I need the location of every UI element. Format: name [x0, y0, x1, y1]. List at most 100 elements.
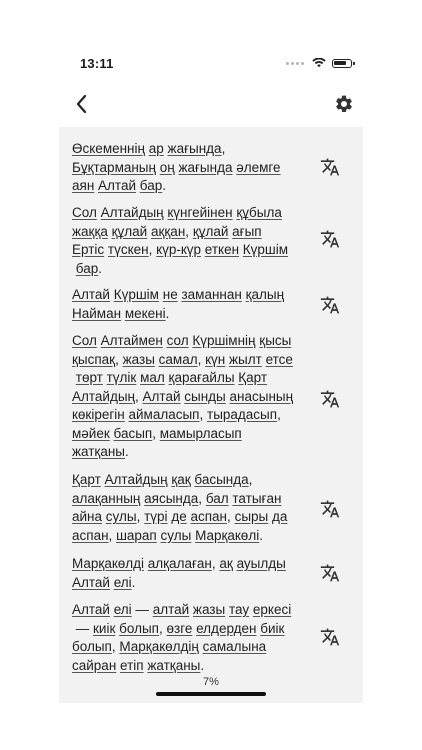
word[interactable]: Қарт — [72, 472, 101, 487]
word[interactable]: ауылды — [237, 556, 286, 571]
word[interactable]: сулы — [161, 528, 192, 543]
word[interactable]: жазы — [193, 602, 225, 617]
word[interactable]: Сол — [72, 333, 97, 348]
word[interactable]: жылт — [229, 352, 262, 367]
word[interactable]: татыған — [232, 491, 281, 506]
word[interactable]: құлай — [112, 224, 148, 239]
word[interactable]: өзге — [167, 621, 193, 636]
translate-button[interactable] — [320, 389, 340, 409]
word[interactable]: Алтай — [72, 575, 110, 590]
word[interactable]: күнгейінен — [167, 205, 232, 220]
word[interactable]: Күршім — [243, 242, 288, 257]
translate-button[interactable] — [320, 295, 340, 315]
word[interactable]: болып — [119, 621, 159, 636]
word[interactable]: Алтайдың — [105, 472, 168, 487]
word[interactable]: сулы — [106, 509, 137, 524]
word[interactable]: Бұқтарманың — [72, 160, 156, 175]
word[interactable]: етіп — [120, 658, 144, 673]
word[interactable]: аян — [72, 178, 94, 193]
word[interactable]: да — [272, 509, 287, 524]
word[interactable]: көкірегін — [72, 407, 125, 422]
word[interactable]: Алтайдың — [72, 389, 135, 404]
word[interactable]: тау — [229, 602, 249, 617]
word[interactable]: басында — [194, 472, 248, 487]
word[interactable]: мал — [140, 370, 165, 385]
word[interactable]: оң — [160, 160, 175, 175]
word[interactable]: басып — [114, 426, 153, 441]
translate-button[interactable] — [320, 229, 340, 249]
translate-button[interactable] — [320, 499, 340, 519]
word[interactable]: Алтай — [72, 287, 110, 302]
word[interactable]: анасының — [230, 389, 294, 404]
word[interactable]: бар — [76, 261, 98, 276]
word[interactable]: де — [171, 509, 186, 524]
translate-button[interactable] — [320, 627, 340, 647]
word[interactable]: қақ — [171, 472, 190, 487]
word[interactable]: елі — [114, 602, 132, 617]
word[interactable]: не — [163, 287, 178, 302]
word[interactable]: еткен — [205, 242, 239, 257]
word[interactable]: сынды — [184, 389, 226, 404]
word[interactable]: қалың — [246, 287, 284, 302]
word[interactable]: қыспақ — [72, 352, 115, 367]
word[interactable]: биік — [260, 621, 284, 636]
word[interactable]: Найман — [72, 306, 121, 321]
word[interactable]: Күршім — [114, 287, 159, 302]
word[interactable]: жағында — [168, 141, 222, 156]
word[interactable]: Алтай — [72, 602, 110, 617]
word[interactable]: Алтай — [98, 178, 136, 193]
word[interactable]: Сол — [72, 205, 97, 220]
word[interactable]: Ертіс — [72, 242, 104, 257]
word[interactable]: аққан — [151, 224, 185, 239]
word[interactable]: қарағайлы — [169, 370, 235, 385]
word[interactable]: тырадасып — [207, 407, 277, 422]
word[interactable]: Алтаймен — [101, 333, 163, 348]
word[interactable]: құлай — [193, 224, 229, 239]
word[interactable]: құбыла — [236, 205, 281, 220]
word[interactable]: аспан — [72, 528, 109, 543]
word[interactable]: ар — [149, 141, 164, 156]
word[interactable]: еркесі — [253, 602, 291, 617]
home-indicator[interactable] — [156, 692, 266, 696]
word[interactable]: сайран — [72, 658, 116, 673]
word[interactable]: ақ — [219, 556, 232, 571]
word[interactable]: бал — [206, 491, 229, 506]
word[interactable]: самал — [159, 352, 198, 367]
word[interactable]: заманнан — [181, 287, 241, 302]
word[interactable]: Күршімнің — [192, 333, 255, 348]
word[interactable]: аспан — [190, 509, 227, 524]
word[interactable]: етсе — [266, 352, 293, 367]
settings-button[interactable] — [334, 94, 354, 114]
word[interactable]: Алтай — [143, 389, 181, 404]
word[interactable]: Алтайдың — [101, 205, 164, 220]
word[interactable]: күн — [205, 352, 225, 367]
word[interactable]: киік — [93, 621, 115, 636]
word[interactable]: аясында — [144, 491, 198, 506]
word[interactable]: алтай — [153, 602, 189, 617]
translate-button[interactable] — [320, 563, 340, 583]
word[interactable]: күр-күр — [156, 242, 201, 257]
word[interactable]: әлемге — [236, 160, 280, 175]
word[interactable]: бар — [140, 178, 162, 193]
back-button[interactable] — [70, 92, 94, 116]
word[interactable]: Қарт — [238, 370, 267, 385]
word[interactable]: алақанның — [72, 491, 140, 506]
word[interactable]: алқалаған — [148, 556, 212, 571]
word[interactable]: төрт — [76, 370, 103, 385]
word[interactable]: түскен — [108, 242, 149, 257]
word[interactable]: жағында — [178, 160, 232, 175]
word[interactable]: болып — [72, 639, 112, 654]
word[interactable]: Марқакөлдің — [119, 639, 198, 654]
word[interactable]: Марқакөлі — [195, 528, 259, 543]
word[interactable]: қысы — [259, 333, 291, 348]
word[interactable]: сыры — [235, 509, 269, 524]
word[interactable]: мамырласып — [160, 426, 242, 441]
word[interactable]: елдерден — [196, 621, 256, 636]
word[interactable]: түрі — [144, 509, 167, 524]
word[interactable]: самалына — [203, 639, 267, 654]
word[interactable]: жатқаны — [147, 658, 200, 673]
word[interactable]: жатқаны — [72, 444, 125, 459]
word[interactable]: жаққа — [72, 224, 108, 239]
word[interactable]: түлік — [107, 370, 137, 385]
word[interactable]: айна — [72, 509, 102, 524]
